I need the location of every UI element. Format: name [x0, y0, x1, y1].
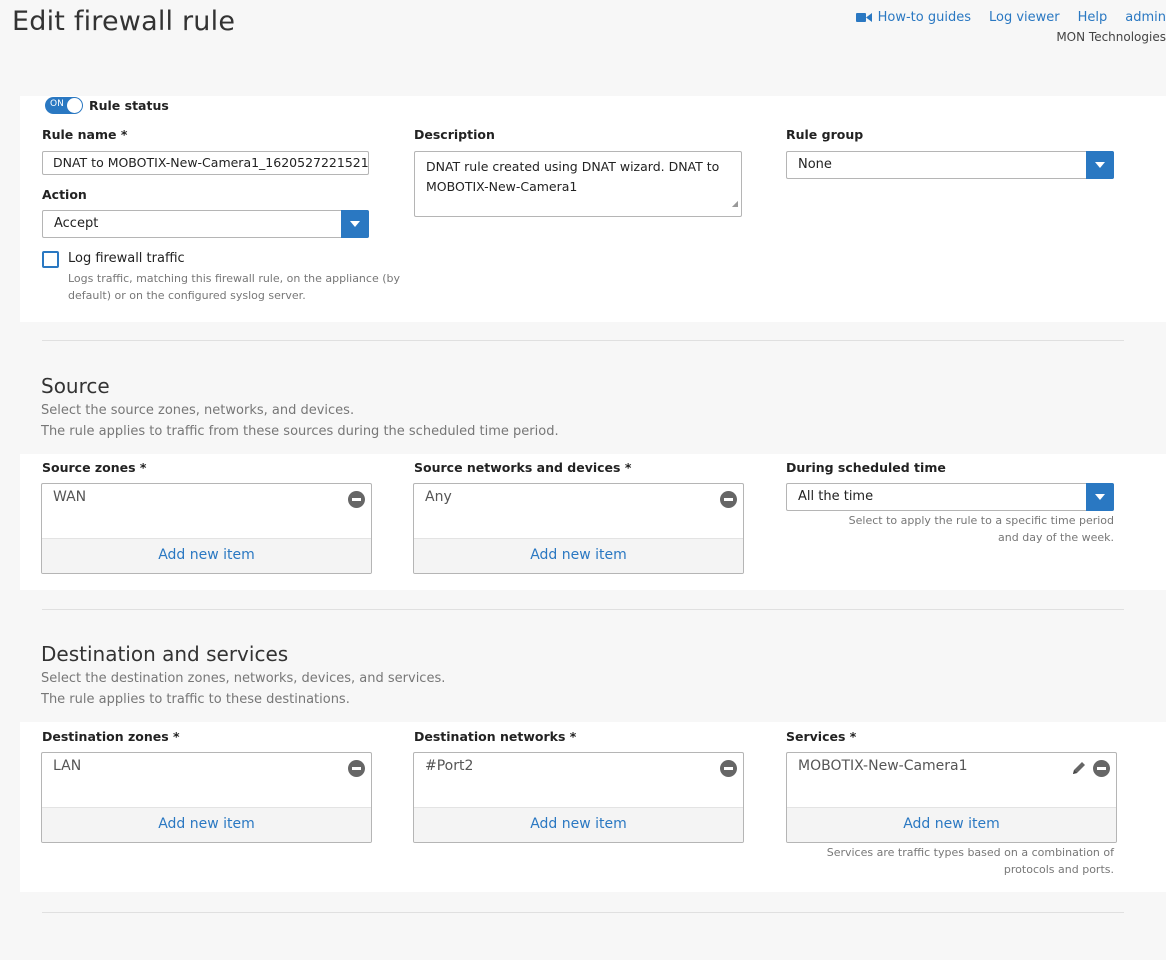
schedule-help: Select to apply the rule to a specific t… [848, 514, 1114, 544]
user-menu-link[interactable]: admin [1125, 10, 1166, 25]
divider [42, 912, 1124, 913]
services-help: Services are traffic types based on a co… [826, 846, 1114, 876]
rule-group-label: Rule group [786, 127, 864, 142]
services-label: Services * [786, 729, 857, 744]
toggle-state-label: ON [50, 99, 64, 109]
destination-networks-list: #Port2 Add new item [413, 752, 744, 843]
list-item: WAN [53, 489, 87, 505]
rule-group-select[interactable]: None [786, 151, 1114, 179]
rule-status-toggle[interactable]: ON [45, 97, 83, 114]
divider [42, 340, 1124, 341]
schedule-value: All the time [798, 489, 874, 504]
log-viewer-link[interactable]: Log viewer [989, 10, 1060, 25]
destination-section-desc-1: Select the destination zones, networks, … [41, 671, 446, 686]
list-item: MOBOTIX-New-Camera1 [798, 758, 968, 774]
chevron-down-icon[interactable] [1086, 151, 1114, 179]
description-label: Description [414, 127, 495, 142]
source-zones-label: Source zones * [42, 460, 147, 475]
minus-circle-icon[interactable] [348, 760, 365, 777]
source-section-desc-2: The rule applies to traffic from these s… [41, 424, 559, 439]
chevron-down-icon[interactable] [1086, 483, 1114, 511]
source-networks-label: Source networks and devices * [414, 460, 632, 475]
minus-circle-icon[interactable] [720, 760, 737, 777]
list-item: LAN [53, 758, 82, 774]
log-traffic-help: Logs traffic, matching this firewall rul… [68, 272, 400, 302]
organization-name: MON Technologies [1056, 30, 1166, 44]
source-zones-list: WAN Add new item [41, 483, 372, 574]
add-new-item-button[interactable]: Add new item [42, 538, 371, 573]
resize-grip-icon[interactable]: ◢ [732, 194, 738, 214]
add-new-item-button[interactable]: Add new item [42, 807, 371, 842]
action-value: Accept [54, 216, 99, 231]
schedule-label: During scheduled time [786, 460, 946, 475]
list-item: #Port2 [425, 758, 474, 774]
howto-guides-link[interactable]: How-to guides [855, 10, 971, 25]
divider [42, 609, 1124, 610]
list-item: Any [425, 489, 452, 505]
page-title: Edit firewall rule [12, 6, 236, 37]
toggle-knob [67, 98, 82, 113]
rule-group-value: None [798, 157, 832, 172]
minus-circle-icon[interactable] [1093, 760, 1110, 777]
source-networks-list: Any Add new item [413, 483, 744, 574]
action-label: Action [42, 187, 87, 202]
source-section-title: Source [41, 374, 110, 398]
destination-section-title: Destination and services [41, 642, 289, 666]
description-textarea[interactable]: DNAT rule created using DNAT wizard. DNA… [414, 151, 742, 217]
log-traffic-label: Log firewall traffic [68, 251, 185, 266]
help-link[interactable]: Help [1078, 10, 1108, 25]
destination-networks-label: Destination networks * [414, 729, 577, 744]
destination-zones-label: Destination zones * [42, 729, 180, 744]
destination-section-desc-2: The rule applies to traffic to these des… [41, 692, 350, 707]
minus-circle-icon[interactable] [720, 491, 737, 508]
schedule-select[interactable]: All the time [786, 483, 1114, 511]
log-traffic-checkbox[interactable] [42, 251, 59, 268]
rule-status-label: Rule status [89, 98, 169, 113]
top-links: How-to guides Log viewer Help admin [855, 10, 1166, 25]
pencil-icon[interactable] [1070, 759, 1088, 777]
howto-guides-label: How-to guides [877, 10, 971, 25]
description-text: DNAT rule created using DNAT wizard. DNA… [426, 159, 720, 194]
minus-circle-icon[interactable] [348, 491, 365, 508]
action-select[interactable]: Accept [42, 210, 369, 238]
video-camera-icon [855, 13, 872, 22]
source-section-desc-1: Select the source zones, networks, and d… [41, 403, 355, 418]
rule-name-label: Rule name * [42, 127, 128, 142]
add-new-item-button[interactable]: Add new item [787, 807, 1116, 842]
chevron-down-icon[interactable] [341, 210, 369, 238]
destination-zones-list: LAN Add new item [41, 752, 372, 843]
add-new-item-button[interactable]: Add new item [414, 807, 743, 842]
rule-name-input[interactable]: DNAT to MOBOTIX-New-Camera1_162052722152… [42, 151, 369, 175]
services-list: MOBOTIX-New-Camera1 Add new item [786, 752, 1117, 843]
add-new-item-button[interactable]: Add new item [414, 538, 743, 573]
